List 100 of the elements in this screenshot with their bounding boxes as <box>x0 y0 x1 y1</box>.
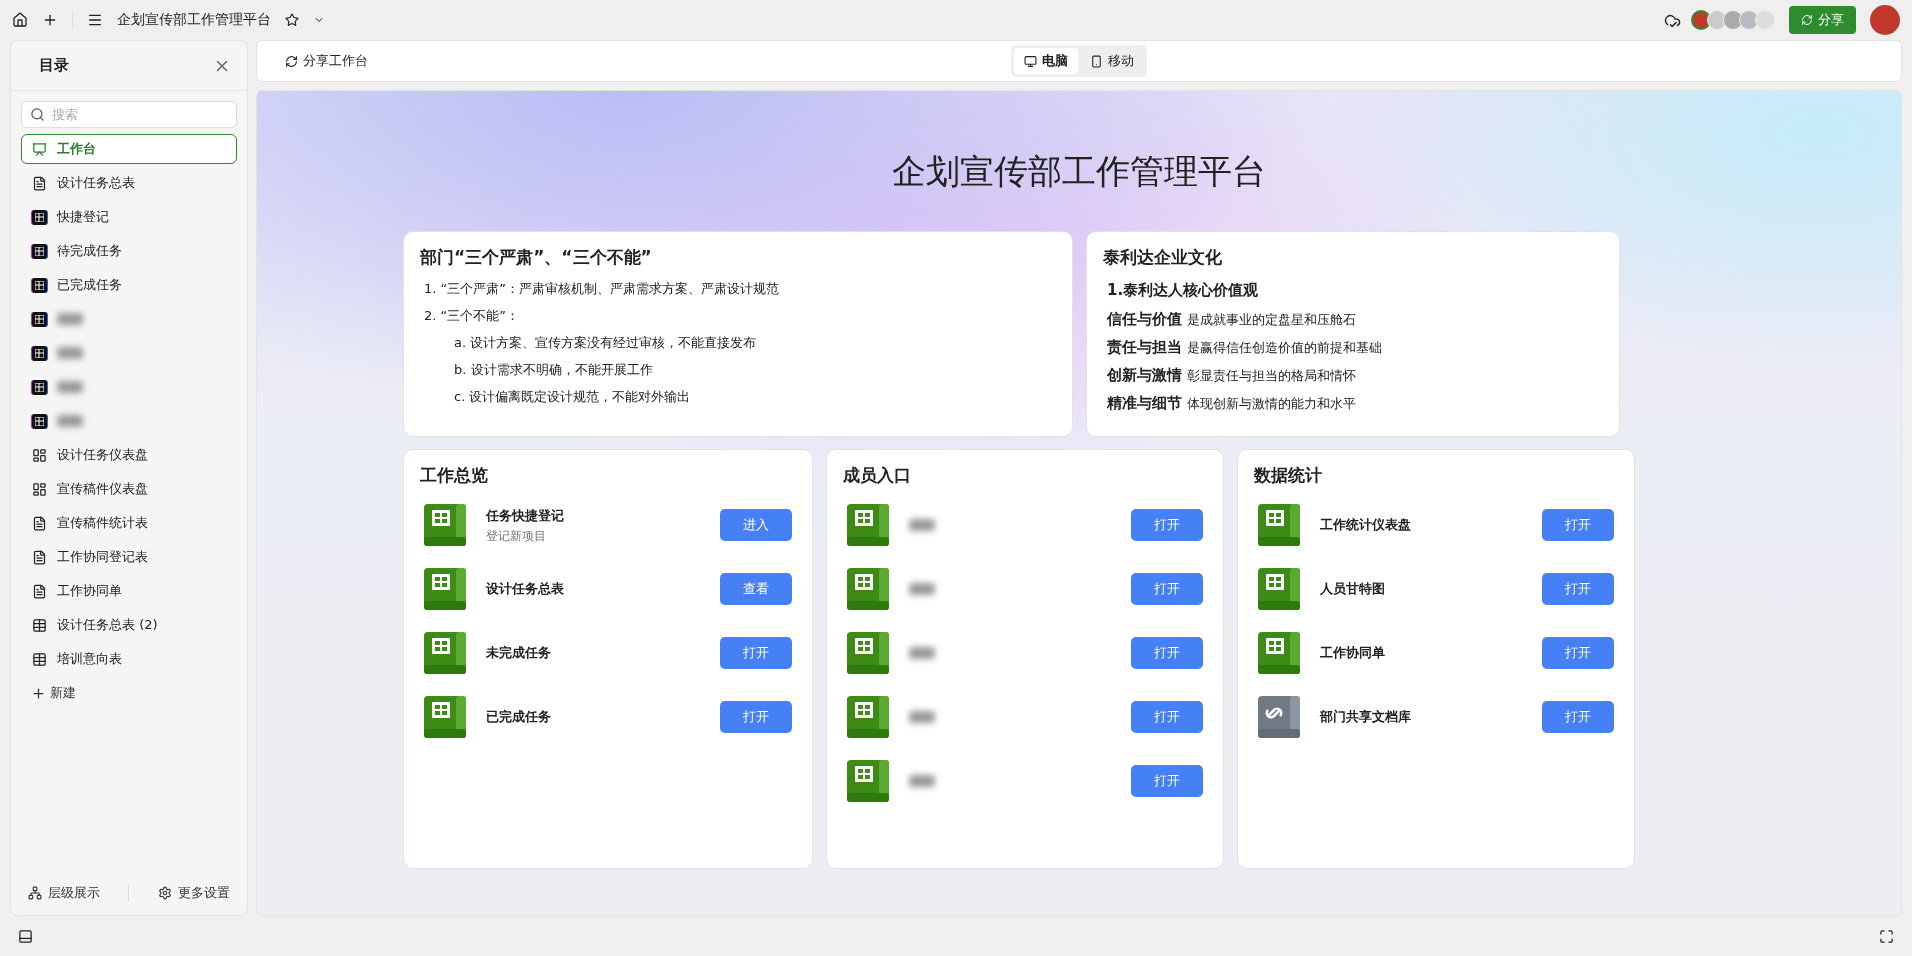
value-statement: 精准与细节 体现创新与激情的能力和水平 <box>1107 394 1357 413</box>
spreadsheet-icon <box>847 696 889 738</box>
spreadsheet-icon <box>424 504 466 546</box>
spreadsheet-icon <box>1258 504 1300 546</box>
blurred-name <box>909 647 935 659</box>
spreadsheet-icon <box>1258 568 1300 610</box>
settings-button[interactable]: 更多设置 <box>151 883 236 903</box>
device-tab[interactable]: 电脑 <box>1014 48 1078 74</box>
grid-icon <box>32 617 47 633</box>
list-item: 1. “三个严肃”：严肃审核机制、严肃需求方案、严肃设计规范 <box>424 281 781 297</box>
entry-name: 未完成任务 <box>486 644 552 662</box>
blurred-name <box>57 381 83 393</box>
open-button[interactable]: 查看 <box>720 573 792 605</box>
open-button[interactable]: 打开 <box>1542 701 1614 733</box>
sidebar-item[interactable]: 工作协同单 <box>21 576 237 606</box>
form-icon <box>32 345 47 361</box>
spreadsheet-icon <box>847 504 889 546</box>
dashboard-icon <box>32 447 47 463</box>
search-icon <box>30 107 45 122</box>
blurred-name <box>909 519 935 531</box>
open-button[interactable]: 打开 <box>1131 765 1203 797</box>
device-tab[interactable]: 移动 <box>1080 48 1144 74</box>
sidebar-item[interactable]: 设计任务仪表盘 <box>21 440 237 470</box>
list-item: a. 设计方案、宣传方案没有经过审核，不能直接发布 <box>454 335 758 351</box>
spreadsheet-icon <box>847 760 889 802</box>
form-icon <box>32 277 47 293</box>
spreadsheet-icon <box>847 632 889 674</box>
blurred-name <box>57 347 83 359</box>
dashboard-icon <box>32 481 47 497</box>
open-button[interactable]: 打开 <box>720 637 792 669</box>
entry-name: 任务快捷登记 <box>486 506 565 525</box>
sidebar-item[interactable]: 设计任务总表 (2) <box>21 610 237 640</box>
link-icon <box>1258 696 1300 738</box>
open-button[interactable]: 打开 <box>1131 701 1203 733</box>
card-title: 部门“三个严肃”、“三个不能” <box>420 246 653 269</box>
home-icon[interactable] <box>12 12 28 28</box>
grid-icon <box>32 651 47 667</box>
menu-icon[interactable] <box>87 12 103 28</box>
open-button[interactable]: 打开 <box>1131 637 1203 669</box>
monitor-icon <box>1024 54 1037 68</box>
phone-icon <box>1090 54 1103 68</box>
blurred-name <box>57 313 83 325</box>
list-item: c. 设计偏离既定设计规范，不能对外输出 <box>454 389 692 405</box>
star-icon[interactable] <box>285 13 299 27</box>
plus-icon <box>31 685 46 701</box>
panel-toggle-icon[interactable] <box>18 928 33 944</box>
card-title: 成员入口 <box>843 464 912 487</box>
form-icon <box>32 379 47 395</box>
add-icon[interactable] <box>42 12 58 28</box>
banner-title: 企划宣传部工作管理平台 <box>892 150 1266 193</box>
open-button[interactable]: 进入 <box>720 509 792 541</box>
entry-name: 工作协同单 <box>1320 644 1386 662</box>
new-button[interactable]: 新建 <box>31 684 227 702</box>
sidebar-item[interactable]: 快捷登记 <box>21 202 237 232</box>
open-button[interactable]: 打开 <box>1542 637 1614 669</box>
list-item: 2. “三个不能”： <box>424 308 521 324</box>
hierarchy-button[interactable]: 层级展示 <box>22 883 107 903</box>
spreadsheet-icon <box>424 696 466 738</box>
search-field[interactable]: 搜索 <box>21 101 237 128</box>
share-workbench-button[interactable]: 分享工作台 <box>279 51 374 71</box>
open-button[interactable]: 打开 <box>1542 573 1614 605</box>
open-button[interactable]: 打开 <box>720 701 792 733</box>
sidebar-item[interactable]: 宣传稿件统计表 <box>21 508 237 538</box>
sidebar-item[interactable]: 工作协同登记表 <box>21 542 237 572</box>
user-avatar[interactable] <box>1870 5 1900 35</box>
sidebar-title: 目录 <box>39 56 69 75</box>
sidebar-item[interactable]: 设计任务总表 <box>21 168 237 198</box>
open-button[interactable]: 打开 <box>1542 509 1614 541</box>
card-title: 数据统计 <box>1254 464 1323 487</box>
workbench-icon <box>32 141 47 157</box>
spreadsheet-icon <box>424 568 466 610</box>
form-icon <box>32 209 47 225</box>
sidebar-item[interactable]: 待完成任务 <box>21 236 237 266</box>
card-title: 泰利达企业文化 <box>1103 246 1223 269</box>
entry-name: 设计任务总表 <box>486 580 565 598</box>
sidebar-item[interactable]: 宣传稿件仪表盘 <box>21 474 237 504</box>
form-icon <box>32 243 47 259</box>
open-button[interactable]: 打开 <box>1131 509 1203 541</box>
hierarchy-icon <box>28 886 43 900</box>
spreadsheet-icon <box>1258 632 1300 674</box>
list-item: b. 设计需求不明确，不能开展工作 <box>454 362 654 378</box>
spreadsheet-icon <box>847 568 889 610</box>
blurred-name <box>57 415 83 427</box>
form-icon <box>32 311 47 327</box>
sidebar-item[interactable]: 已完成任务 <box>21 270 237 300</box>
card-title: 工作总览 <box>420 464 489 487</box>
section-heading: 1.泰利达人核心价值观 <box>1107 281 1260 300</box>
form-icon <box>32 413 47 429</box>
entry-name: 已完成任务 <box>486 708 552 726</box>
sidebar-item[interactable]: 工作台 <box>21 134 237 164</box>
settings-icon <box>157 886 172 900</box>
blurred-name <box>909 711 935 723</box>
value-statement: 信任与价值 是成就事业的定盘星和压舱石 <box>1107 310 1357 329</box>
value-statement: 创新与激情 彰显责任与担当的格局和情怀 <box>1107 366 1357 385</box>
entry-note: 登记新项目 <box>486 528 547 544</box>
sidebar-item[interactable]: 培训意向表 <box>21 644 237 674</box>
entry-name: 人员甘特图 <box>1320 580 1386 598</box>
fullscreen-icon[interactable] <box>1879 928 1894 944</box>
share-button[interactable]: 分享 <box>1789 6 1856 34</box>
open-button[interactable]: 打开 <box>1131 573 1203 605</box>
